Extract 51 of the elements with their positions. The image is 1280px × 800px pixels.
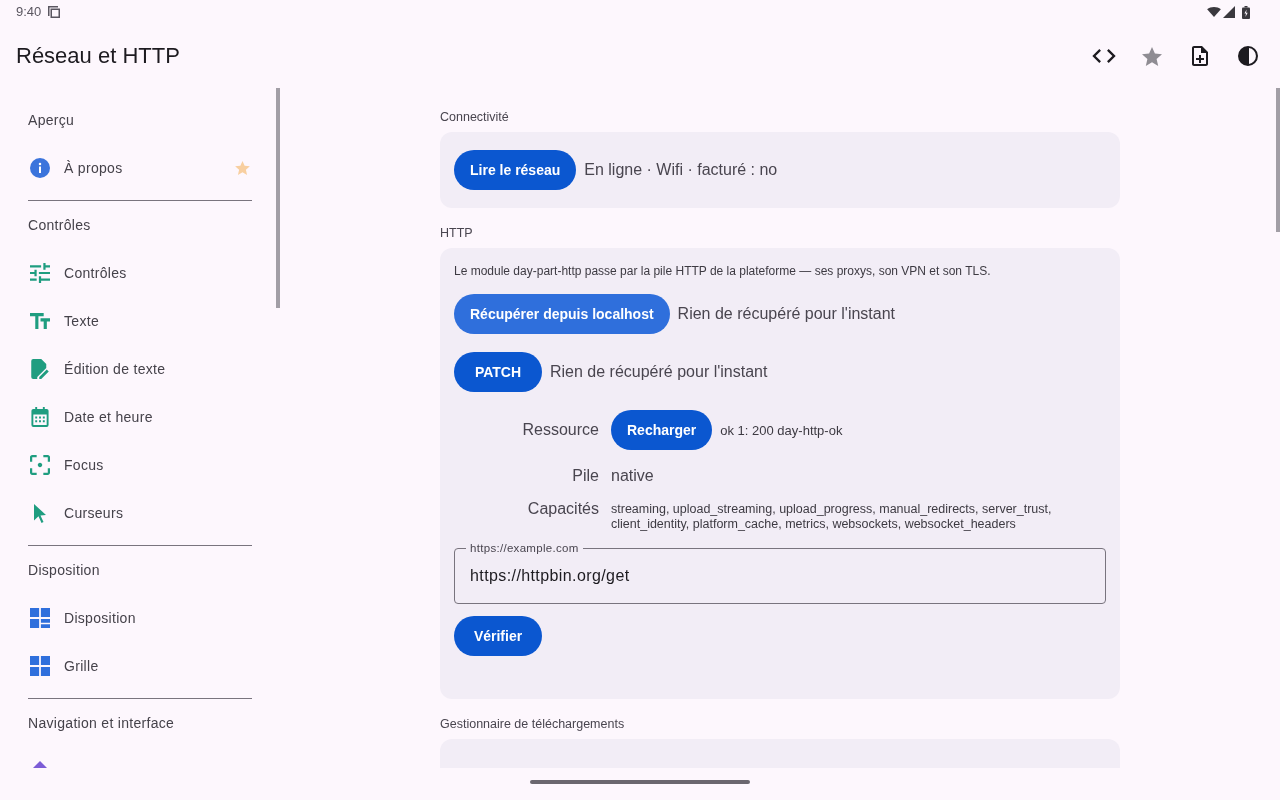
property-label: Ressource <box>521 420 599 440</box>
property-value: streaming, upload_streaming, upload_progress, manual_redirects, server_trust, client_identity, platform_cache, metrics, websockets, websocket_headers <box>611 502 1053 532</box>
document-pencil-icon <box>31 359 49 379</box>
url-field[interactable]: https://example.com https://httpbin.org/get <box>454 541 1106 604</box>
battery-icon <box>1242 5 1250 19</box>
description-text: Le module day-part-http passe par la pile HTTP de la plateforme — ses proxys, son VPN et son TLS. <box>454 263 992 279</box>
add-document-icon[interactable] <box>1192 46 1208 66</box>
sidebar-item[interactable]: Texte <box>28 297 252 345</box>
result-text: Rien de récupéré pour l'instant <box>550 362 768 382</box>
sidebar-section-title: Disposition <box>28 561 101 580</box>
star-icon[interactable] <box>1142 46 1162 66</box>
sidebar-item[interactable]: À propos <box>28 144 252 192</box>
sidebar-item[interactable]: Date et heure <box>28 393 252 441</box>
sidebar-item[interactable]: Focus <box>28 441 252 489</box>
info-icon <box>30 158 50 178</box>
property-label: Capacités <box>526 499 599 519</box>
page-title: Réseau et HTTP <box>16 42 181 70</box>
copy-icon <box>48 6 61 18</box>
contrast-icon[interactable] <box>1238 46 1258 66</box>
sidebar-item[interactable]: Curseurs <box>28 489 252 537</box>
signal-icon <box>1223 6 1235 18</box>
action-button[interactable]: Recharger <box>611 410 713 450</box>
action-button[interactable]: Lire le réseau <box>454 150 577 190</box>
sidebar-item[interactable]: Contrôles <box>28 249 252 297</box>
status-time: 9:40 <box>16 4 42 20</box>
text-size-icon <box>30 313 50 329</box>
grid-icon <box>30 656 50 676</box>
sidebar-item[interactable]: Disposition <box>28 594 252 642</box>
cursor-icon <box>34 503 46 523</box>
calendar-icon <box>31 407 49 427</box>
sidebar-section-title: Aperçu <box>28 111 76 130</box>
property-value: native <box>611 466 654 486</box>
section-title: Gestionnaire de téléchargements <box>440 716 626 732</box>
result-text: En ligne · Wifi · facturé : no <box>584 160 778 180</box>
action-button[interactable]: PATCH <box>454 352 542 392</box>
status-text: ok 1: 200 day-http-ok <box>720 422 843 438</box>
code-icon[interactable] <box>1092 49 1116 63</box>
property-label: Pile <box>571 466 599 486</box>
focus-frame-icon <box>30 455 50 475</box>
section-title: Connectivité <box>440 109 510 125</box>
action-button[interactable]: Récupérer depuis localhost <box>454 294 670 334</box>
sidebar-section-title: Contrôles <box>28 216 92 235</box>
sidebar-section-title: Navigation et interface <box>28 714 176 733</box>
result-text: Rien de récupéré pour l'instant <box>677 304 895 324</box>
sidebar-item[interactable]: Grille <box>28 642 252 690</box>
sliders-icon <box>30 263 50 283</box>
action-button[interactable]: Vérifier <box>454 616 542 656</box>
sidebar-item[interactable]: Édition de texte <box>28 345 252 393</box>
section-title: HTTP <box>440 225 474 241</box>
dashboard-icon <box>30 608 50 628</box>
wifi-icon <box>1207 7 1221 17</box>
